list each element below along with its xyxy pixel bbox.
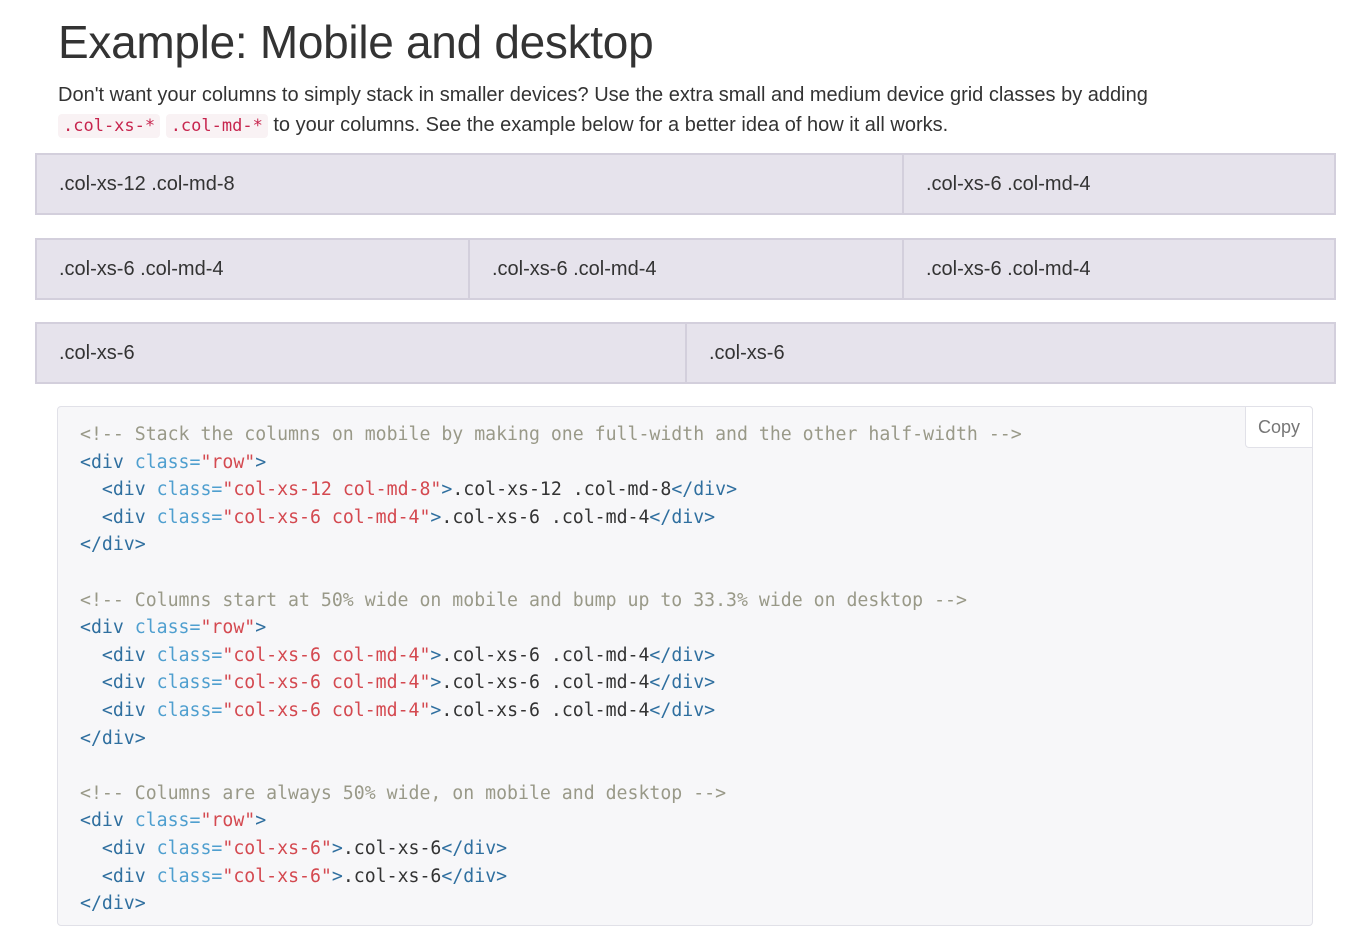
copy-button[interactable]: Copy [1245, 406, 1313, 448]
code-line: <div class="col-xs-6">.col-xs-6</div> [101, 865, 508, 887]
grid-example-row-2: .col-xs-6 .col-md-4 .col-xs-6 .col-md-4 … [35, 238, 1336, 300]
code-content: <!-- Stack the columns on mobile by maki… [80, 421, 1022, 918]
grid-cell: .col-xs-6 [35, 322, 687, 384]
grid-cell: .col-xs-6 .col-md-4 [902, 153, 1336, 215]
grid-cell: .col-xs-6 .col-md-4 [35, 238, 470, 300]
page-title: Example: Mobile and desktop [58, 16, 654, 68]
code-line: <div class="col-xs-6">.col-xs-6</div> [101, 837, 508, 859]
grid-example-row-1: .col-xs-12 .col-md-8 .col-xs-6 .col-md-4 [35, 153, 1336, 215]
code-line: </div> [80, 727, 146, 749]
code-line: <!-- Stack the columns on mobile by maki… [80, 424, 1022, 445]
grid-example-row-3: .col-xs-6 .col-xs-6 [35, 322, 1336, 384]
grid-cell: .col-xs-6 .col-md-4 [468, 238, 904, 300]
code-line: <div class="row"> [80, 617, 267, 639]
code-snippet: Copy <!-- Stack the columns on mobile by… [57, 406, 1313, 926]
code-line: <div class="col-xs-12 col-md-8">.col-xs-… [101, 479, 738, 501]
code-line: </div> [80, 893, 146, 915]
grid-cell: .col-xs-6 [685, 322, 1336, 384]
code-line: <div class="col-xs-6 col-md-4">.col-xs-6… [101, 699, 716, 721]
intro-text-1: Don't want your columns to simply stack … [58, 84, 1148, 106]
code-line: <div class="col-xs-6 col-md-4">.col-xs-6… [101, 672, 716, 694]
inline-code-col-xs: .col-xs-* [58, 114, 161, 138]
grid-cell: .col-xs-12 .col-md-8 [35, 153, 904, 215]
code-line: <div class="row"> [80, 451, 267, 473]
grid-cell: .col-xs-6 .col-md-4 [902, 238, 1336, 300]
code-line: <!-- Columns start at 50% wide on mobile… [80, 589, 967, 611]
code-line: <div class="col-xs-6 col-md-4">.col-xs-6… [101, 506, 716, 528]
intro-paragraph: Don't want your columns to simply stack … [58, 80, 1258, 141]
inline-code-col-md: .col-md-* [165, 114, 268, 138]
code-line: </div> [80, 534, 146, 556]
intro-text-2: to your columns. See the example below f… [267, 114, 949, 136]
code-line: <div class="row"> [80, 810, 267, 832]
code-line: <div class="col-xs-6 col-md-4">.col-xs-6… [101, 644, 716, 666]
code-line: <!-- Columns are always 50% wide, on mob… [80, 782, 727, 804]
